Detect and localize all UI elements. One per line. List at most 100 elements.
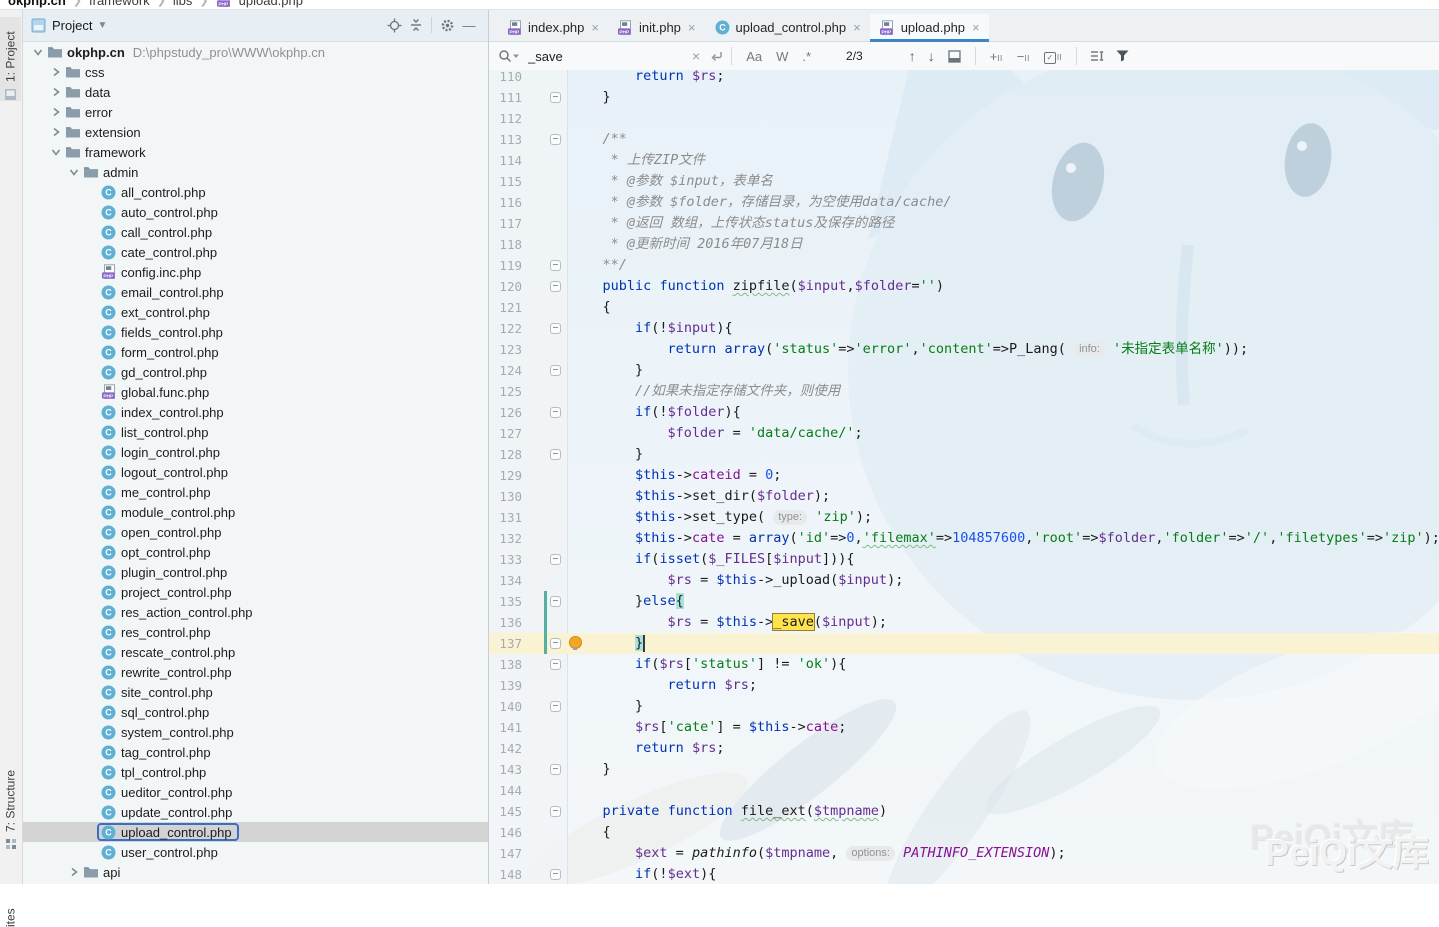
- code-line-130[interactable]: 130 $this->set_dir($folder);: [488, 486, 1439, 507]
- tree-item-module-control-php[interactable]: Cmodule_control.php: [23, 502, 488, 522]
- tree-item-admin[interactable]: admin: [23, 162, 488, 182]
- match-case-toggle[interactable]: Aa: [739, 49, 769, 64]
- tree-item-okphp-cn[interactable]: okphp.cnD:\phpstudy_pro\WWW\okphp.cn: [23, 42, 488, 62]
- tree-item-css[interactable]: css: [23, 62, 488, 82]
- close-icon[interactable]: ×: [972, 21, 980, 34]
- code-line-131[interactable]: 131 $this->set_type( type: 'zip');: [488, 507, 1439, 528]
- tree-item-index-control-php[interactable]: Cindex_control.php: [23, 402, 488, 422]
- fold-marker-icon[interactable]: [550, 869, 561, 880]
- chevron-down-icon[interactable]: ▼: [97, 20, 107, 31]
- code-line-117[interactable]: 117 * @返回 数组，上传状态status及保存的路径: [488, 213, 1439, 234]
- code-line-111[interactable]: 111 }: [488, 87, 1439, 108]
- tree-item-me-control-php[interactable]: Cme_control.php: [23, 482, 488, 502]
- close-icon[interactable]: ×: [688, 21, 696, 34]
- search-input[interactable]: [526, 48, 658, 65]
- tree-item-upload-control-php[interactable]: Cupload_control.php: [23, 822, 488, 842]
- fold-marker-icon[interactable]: [550, 407, 561, 418]
- fold-marker-icon[interactable]: [550, 806, 561, 817]
- code-editor[interactable]: 110 return $rs;111 }112113 /**114 * 上传ZI…: [488, 70, 1439, 884]
- fold-marker-icon[interactable]: [550, 92, 561, 103]
- code-line-141[interactable]: 141 $rs['cate'] = $this->cate;: [488, 717, 1439, 738]
- code-line-112[interactable]: 112: [488, 108, 1439, 129]
- code-line-120[interactable]: 120 public function zipfile($input,$fold…: [488, 276, 1439, 297]
- editor-tab-init-php[interactable]: PHPinit.php×: [608, 14, 705, 41]
- breadcrumb-item[interactable]: upload.php: [239, 0, 303, 8]
- tree-item-login-control-php[interactable]: Clogin_control.php: [23, 442, 488, 462]
- chevron-right-icon[interactable]: [47, 65, 64, 79]
- tree-item-cate-control-php[interactable]: Ccate_control.php: [23, 242, 488, 262]
- tool-stripe-tab-structure[interactable]: 7: Structure: [0, 745, 21, 851]
- code-line-143[interactable]: 143 }: [488, 759, 1439, 780]
- tree-item-tag-control-php[interactable]: Ctag_control.php: [23, 742, 488, 762]
- code-line-123[interactable]: 123 return array('status'=>'error','cont…: [488, 339, 1439, 360]
- code-line-124[interactable]: 124 }: [488, 360, 1439, 381]
- fold-marker-icon[interactable]: [550, 323, 561, 334]
- tree-item-rewrite-control-php[interactable]: Crewrite_control.php: [23, 662, 488, 682]
- tree-item-extension[interactable]: extension: [23, 122, 488, 142]
- tree-item-logout-control-php[interactable]: Clogout_control.php: [23, 462, 488, 482]
- breadcrumb-item[interactable]: framework: [89, 0, 150, 8]
- code-line-139[interactable]: 139 return $rs;: [488, 675, 1439, 696]
- fold-marker-icon[interactable]: [550, 281, 561, 292]
- close-icon[interactable]: ×: [692, 48, 700, 64]
- code-line-132[interactable]: 132 $this->cate = array('id'=>0,'filemax…: [488, 528, 1439, 549]
- filter-icon[interactable]: [1110, 50, 1135, 62]
- tree-item-fields-control-php[interactable]: Cfields_control.php: [23, 322, 488, 342]
- fold-marker-icon[interactable]: [550, 134, 561, 145]
- filter-lines-icon[interactable]: [1084, 50, 1110, 62]
- tree-item-project-control-php[interactable]: Cproject_control.php: [23, 582, 488, 602]
- tree-item-open-control-php[interactable]: Copen_control.php: [23, 522, 488, 542]
- tree-item-gd-control-php[interactable]: Cgd_control.php: [23, 362, 488, 382]
- code-line-113[interactable]: 113 /**: [488, 129, 1439, 150]
- fold-marker-icon[interactable]: [550, 260, 561, 271]
- tree-item-opt-control-php[interactable]: Copt_control.php: [23, 542, 488, 562]
- editor-tab-upload-control-php[interactable]: Cupload_control.php×: [705, 14, 870, 41]
- tree-item-sql-control-php[interactable]: Csql_control.php: [23, 702, 488, 722]
- code-line-144[interactable]: 144: [488, 780, 1439, 801]
- add-occurrence-icon[interactable]: +II: [983, 49, 1010, 64]
- fold-marker-icon[interactable]: [550, 449, 561, 460]
- code-line-136[interactable]: 136 $rs = $this->_save($input);: [488, 612, 1439, 633]
- fold-marker-icon[interactable]: [550, 659, 561, 670]
- code-line-142[interactable]: 142 return $rs;: [488, 738, 1439, 759]
- chevron-right-icon[interactable]: [65, 865, 82, 879]
- breadcrumb-item[interactable]: okphp.cn: [8, 0, 66, 8]
- project-panel-title[interactable]: Project: [52, 18, 92, 33]
- fold-marker-icon[interactable]: [550, 365, 561, 376]
- tree-item-global-func-php[interactable]: PHPglobal.func.php: [23, 382, 488, 402]
- code-line-125[interactable]: 125 //如果未指定存储文件夹，则使用: [488, 381, 1439, 402]
- code-line-134[interactable]: 134 $rs = $this->_upload($input);: [488, 570, 1439, 591]
- previous-occurrence-button[interactable]: ↑: [903, 48, 922, 64]
- fold-marker-icon[interactable]: [550, 596, 561, 607]
- code-line-128[interactable]: 128 }: [488, 444, 1439, 465]
- code-line-119[interactable]: 119 **/: [488, 255, 1439, 276]
- collapse-all-button[interactable]: [405, 14, 427, 36]
- locate-file-button[interactable]: [383, 14, 405, 36]
- chevron-right-icon[interactable]: [47, 85, 64, 99]
- chevron-down-icon[interactable]: [29, 45, 46, 59]
- gear-icon[interactable]: [436, 14, 458, 36]
- code-line-115[interactable]: 115 * @参数 $input，表单名: [488, 171, 1439, 192]
- code-line-114[interactable]: 114 * 上传ZIP文件: [488, 150, 1439, 171]
- tree-item-tpl-control-php[interactable]: Ctpl_control.php: [23, 762, 488, 782]
- in-selection-icon[interactable]: [941, 50, 968, 63]
- editor-tab-upload-php[interactable]: PHPupload.php×: [870, 14, 989, 41]
- remove-occurrence-icon[interactable]: −II: [1010, 49, 1037, 64]
- tree-item-call-control-php[interactable]: Ccall_control.php: [23, 222, 488, 242]
- code-line-121[interactable]: 121 {: [488, 297, 1439, 318]
- tree-item-plugin-control-php[interactable]: Cplugin_control.php: [23, 562, 488, 582]
- newline-icon[interactable]: [710, 50, 724, 63]
- tree-item-rescate-control-php[interactable]: Crescate_control.php: [23, 642, 488, 662]
- fold-marker-icon[interactable]: [550, 638, 561, 649]
- code-line-126[interactable]: 126 if(!$folder){: [488, 402, 1439, 423]
- chevron-down-icon[interactable]: [65, 165, 82, 179]
- close-icon[interactable]: ×: [853, 21, 861, 34]
- fold-marker-icon[interactable]: [550, 701, 561, 712]
- breadcrumb-item[interactable]: libs: [173, 0, 193, 8]
- code-line-110[interactable]: 110 return $rs;: [488, 70, 1439, 87]
- code-line-135[interactable]: 135 }else{: [488, 591, 1439, 612]
- editor-tab-index-php[interactable]: PHPindex.php×: [497, 14, 608, 41]
- tree-item-res-control-php[interactable]: Cres_control.php: [23, 622, 488, 642]
- tree-item-form-control-php[interactable]: Cform_control.php: [23, 342, 488, 362]
- tree-item-site-control-php[interactable]: Csite_control.php: [23, 682, 488, 702]
